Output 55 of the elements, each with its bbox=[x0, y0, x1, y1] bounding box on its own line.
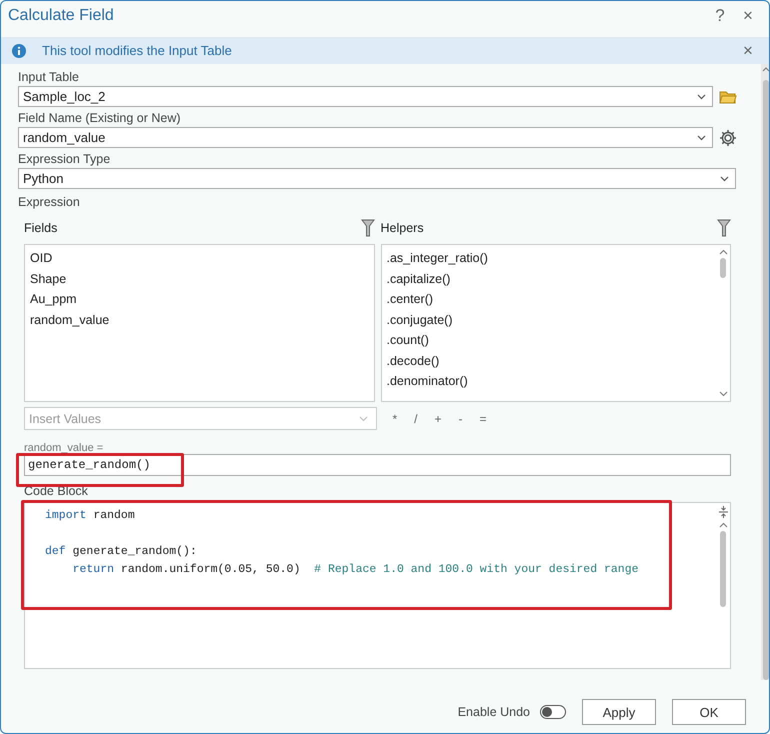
list-box[interactable]: OID Shape Au_ppm random_value bbox=[24, 244, 374, 402]
list-item[interactable]: .as_integer_ratio() bbox=[386, 248, 711, 268]
operator-button[interactable]: / bbox=[414, 412, 418, 426]
code-line: import random bbox=[45, 508, 135, 524]
pane-title: Helpers bbox=[380, 221, 424, 235]
list-item[interactable]: Au_ppm bbox=[30, 289, 368, 310]
scroll-up-icon[interactable] bbox=[718, 522, 728, 528]
list-item[interactable]: .count() bbox=[386, 330, 711, 350]
operator-button[interactable]: = bbox=[480, 412, 487, 426]
toggle-switch[interactable] bbox=[540, 705, 566, 719]
filter-icon[interactable] bbox=[717, 219, 731, 237]
field-label: Field Name (Existing or New) bbox=[18, 111, 182, 125]
scroll-down-icon[interactable] bbox=[718, 391, 728, 397]
list-item[interactable]: .capitalize() bbox=[386, 268, 711, 289]
dialog-button[interactable]: Apply bbox=[582, 699, 656, 725]
section-label: Expression bbox=[18, 195, 81, 209]
list-item[interactable]: .center() bbox=[386, 289, 711, 310]
dialog-button[interactable]: OK bbox=[672, 699, 746, 725]
dropdown-field[interactable]: random_value bbox=[18, 127, 713, 148]
scrollbar-thumb[interactable] bbox=[720, 258, 726, 278]
list-item[interactable]: random_value bbox=[30, 310, 368, 330]
scroll-up-icon[interactable] bbox=[762, 66, 770, 72]
toggle-label: Enable Undo bbox=[458, 705, 530, 719]
field-label: Input Table bbox=[18, 70, 80, 84]
folder-icon[interactable] bbox=[719, 90, 737, 104]
info-message: This tool modifies the Input Table bbox=[42, 43, 233, 58]
dropdown-field[interactable]: Sample_loc_2 bbox=[18, 86, 713, 107]
list-item[interactable]: .conjugate() bbox=[386, 310, 711, 330]
info-icon bbox=[12, 44, 26, 58]
field-label: Expression Type bbox=[18, 152, 112, 166]
code-editor[interactable]: import random def generate_random(): return random.uniform(0.05, 50.0) # Replace 1.0 and 100.0 with your desired range bbox=[24, 502, 731, 669]
dropdown-field[interactable]: Python bbox=[18, 168, 736, 189]
split-icon[interactable] bbox=[718, 505, 728, 519]
list-item[interactable]: .decode() bbox=[386, 350, 711, 371]
window-title: Calculate Field bbox=[8, 7, 115, 25]
expression-target-label: random_value = bbox=[24, 442, 104, 454]
close-button[interactable]: × bbox=[734, 40, 762, 60]
list-box[interactable]: .as_integer_ratio() .capitalize() .center() .conjugate() .count() .decode() .denominator() bbox=[380, 244, 731, 402]
list-item[interactable]: .denominator() bbox=[386, 371, 711, 392]
operator-button[interactable]: + bbox=[434, 412, 442, 426]
close-button[interactable]: × bbox=[734, 6, 762, 26]
list-item[interactable]: OID bbox=[30, 248, 368, 268]
pane-title: Fields bbox=[24, 221, 58, 235]
filter-icon[interactable] bbox=[360, 219, 374, 237]
help-button[interactable]: ? bbox=[706, 6, 734, 26]
list-item[interactable]: Shape bbox=[30, 268, 368, 289]
code-line: def generate_random(): bbox=[45, 544, 197, 560]
operator-button[interactable]: * bbox=[392, 412, 398, 426]
scroll-up-icon[interactable] bbox=[718, 249, 728, 255]
scrollbar-thumb[interactable] bbox=[762, 80, 768, 680]
operator-button[interactable]: - bbox=[458, 412, 463, 426]
code-line: return random.uniform(0.05, 50.0) # Replace 1.0 and 100.0 with your desired range bbox=[72, 562, 639, 578]
scrollbar-thumb[interactable] bbox=[720, 531, 726, 607]
settings-icon[interactable] bbox=[719, 128, 737, 146]
expression-input[interactable]: generate_random() bbox=[24, 454, 731, 476]
